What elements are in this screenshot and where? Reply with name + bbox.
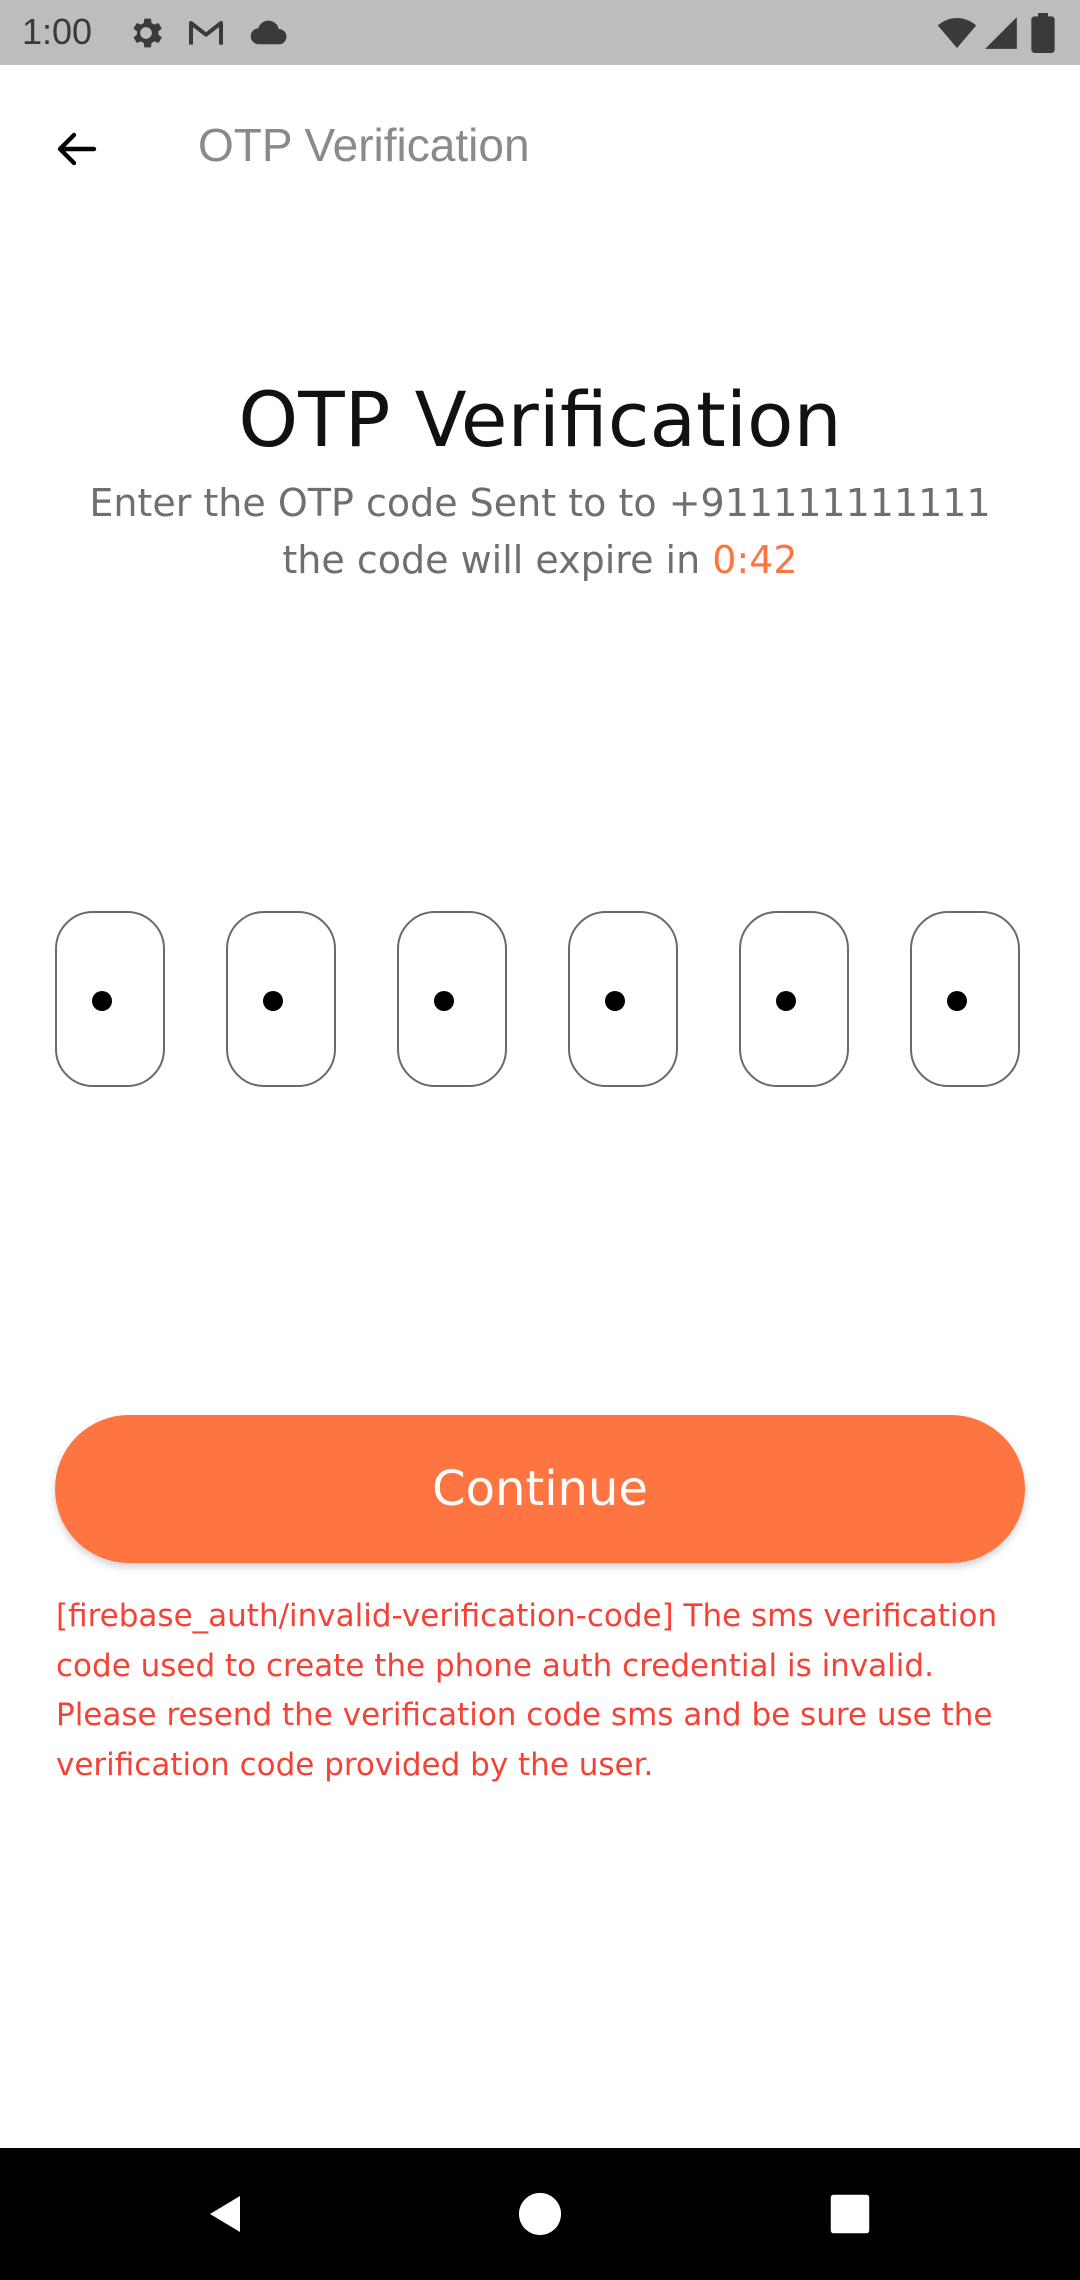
expiry-line: the code will expire in 0:42 [0,532,1080,589]
countdown-timer: 0:42 [712,538,798,582]
nav-recents-button[interactable] [814,2178,886,2250]
nav-back-button[interactable] [190,2178,262,2250]
otp-verification-screen: 1:00 OTP Verification OTP Verification E… [0,0,1080,2280]
app-bar-title: OTP Verification [198,119,530,171]
gmail-icon [186,13,226,53]
masked-digit-dot [434,991,454,1011]
masked-digit-dot [776,991,796,1011]
otp-digit-5[interactable] [739,911,849,1087]
expiry-text: the code will expire in [282,538,713,582]
masked-digit-dot [263,991,283,1011]
masked-digit-dot [605,991,625,1011]
otp-sent-to-text: Enter the OTP code Sent to to +911111111… [89,481,991,525]
continue-button-label: Continue [432,1461,648,1517]
continue-button[interactable]: Continue [55,1415,1025,1563]
otp-input-group [55,911,1025,1091]
error-line: verification code provided by the user. [56,1746,654,1783]
status-bar: 1:00 [0,0,1080,65]
cloud-icon [248,13,288,53]
battery-icon [1030,13,1058,53]
gear-icon [126,13,166,53]
error-line: Please resend the verification code sms … [56,1697,993,1733]
app-bar: OTP Verification [0,65,1080,220]
home-circle-icon [518,2192,562,2236]
nav-home-button[interactable] [504,2178,576,2250]
otp-digit-1[interactable] [55,911,165,1087]
page-heading: OTP Verification [238,375,842,464]
system-nav-bar [0,2148,1080,2280]
masked-digit-dot [947,991,967,1011]
back-triangle-icon [210,2196,240,2232]
otp-digit-3[interactable] [397,911,507,1087]
error-line: [firebase_auth/invalid-verification-code… [56,1598,998,1634]
status-time: 1:00 [22,11,93,52]
error-line: code used to create the phone auth crede… [56,1647,934,1684]
error-message: [firebase_auth/invalid-verification-code… [56,1592,1036,1790]
masked-digit-dot [92,991,112,1011]
recents-square-icon [830,2194,870,2234]
otp-instructions: Enter the OTP code Sent to to +911111111… [0,475,1080,589]
arrow-left-icon [57,132,97,166]
otp-digit-2[interactable] [226,911,336,1087]
signal-icon [982,13,1022,53]
back-button[interactable] [40,113,112,185]
otp-digit-4[interactable] [568,911,678,1087]
wifi-icon [936,13,977,53]
otp-digit-6[interactable] [910,911,1020,1087]
